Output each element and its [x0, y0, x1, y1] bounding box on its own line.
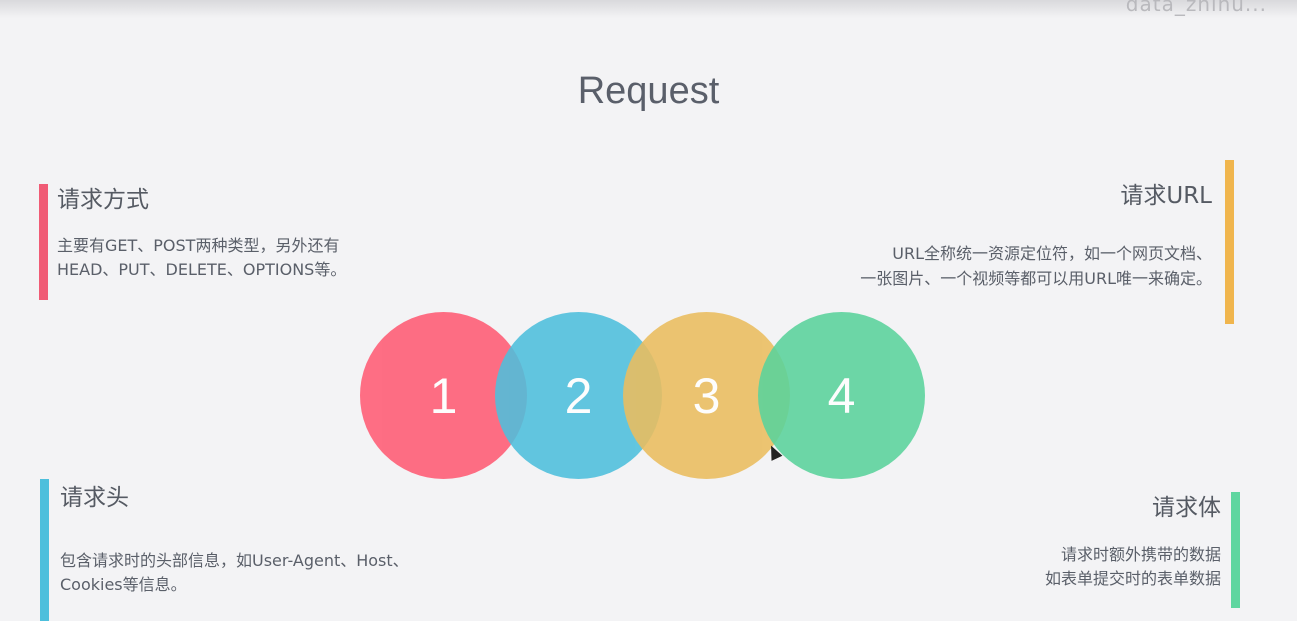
circle-4-label: 4 [827, 367, 856, 424]
circle-3-label: 3 [692, 367, 721, 424]
method-text-line-2: HEAD、PUT、DELETE、OPTIONS等。 [57, 260, 347, 279]
top-shade [0, 0, 1297, 18]
method-title: 请求方式 [57, 187, 149, 213]
url-title: 请求URL [1120, 183, 1212, 209]
url-text-line-1: URL全称统一资源定位符，如一个网页文档、 [892, 244, 1212, 263]
body-text-line-1: 请求时额外携带的数据 [1060, 545, 1221, 564]
body-text-line-2: 如表单提交时的表单数据 [1044, 569, 1221, 588]
headers-text-line-1: 包含请求时的头部信息，如User-Agent、Host、 [60, 551, 409, 570]
slide: data_zhihu... Request 请求方式 主要有GET、POST两种… [0, 0, 1297, 621]
body-title: 请求体 [1152, 495, 1221, 521]
circle-4: 4 [758, 312, 925, 479]
watermark: data_zhihu... [1125, 0, 1267, 16]
headers-title: 请求头 [60, 485, 129, 511]
url-text-line-2: 一张图片、一个视频等都可以用URL唯一来确定。 [860, 269, 1212, 288]
circle-1-label: 1 [429, 367, 458, 424]
method-accent-bar [39, 184, 48, 300]
method-text-line-1: 主要有GET、POST两种类型，另外还有 [57, 236, 340, 255]
url-accent-bar [1225, 160, 1234, 324]
headers-text-line-2: Cookies等信息。 [60, 575, 187, 594]
page-title: Request [577, 70, 720, 112]
headers-accent-bar [40, 479, 49, 621]
circle-2-label: 2 [564, 367, 593, 424]
body-accent-bar [1231, 492, 1240, 608]
